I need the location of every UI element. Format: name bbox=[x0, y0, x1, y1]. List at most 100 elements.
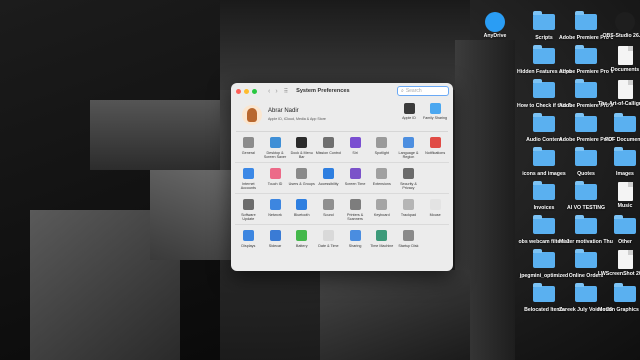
pref-sound[interactable]: Sound bbox=[315, 199, 342, 224]
pref-sharing[interactable]: Sharing bbox=[342, 230, 369, 256]
folder-icon bbox=[575, 215, 597, 236]
pref-battery[interactable]: Battery bbox=[288, 230, 315, 256]
pref-bluetooth[interactable]: Bluetooth bbox=[288, 199, 315, 224]
desktop-item-lwscreenshot-2023-0-21-48-pm[interactable]: LWScreenShot 2023-0....21.48 PM bbox=[598, 250, 640, 277]
pref-mission-control[interactable]: Mission Control bbox=[315, 137, 342, 162]
pref-mouse[interactable]: Mouse bbox=[422, 199, 449, 224]
folder-icon bbox=[533, 45, 555, 66]
folder-icon bbox=[575, 181, 597, 202]
title-bar[interactable]: ‹ › ⠿ System Preferences ⌕ Search bbox=[231, 83, 453, 99]
folder-shape bbox=[533, 249, 555, 268]
pref-software-update[interactable]: Software Update bbox=[235, 199, 262, 224]
pref-displays[interactable]: Displays bbox=[235, 230, 262, 256]
document-icon bbox=[614, 182, 636, 201]
pref-sidecar[interactable]: Sidecar bbox=[262, 230, 289, 256]
pref-security-and-privacy[interactable]: Security & Privacy bbox=[395, 168, 422, 193]
pref-general[interactable]: General bbox=[235, 137, 262, 162]
accessibility-icon bbox=[322, 168, 334, 179]
pref-label: Displays bbox=[241, 244, 256, 248]
desktop-item-other[interactable]: Other bbox=[598, 215, 640, 245]
desktop-item-documents[interactable]: Documents bbox=[598, 46, 640, 73]
search-icon: ⌕ bbox=[401, 88, 404, 94]
folder-shape bbox=[575, 113, 597, 132]
wallpaper-cube bbox=[220, 0, 470, 90]
anydrive-app-icon bbox=[484, 12, 506, 32]
folder-icon bbox=[575, 11, 597, 32]
touch-id-icon bbox=[269, 168, 281, 179]
desktop-item-label: Documents bbox=[610, 67, 640, 73]
zoom-button[interactable] bbox=[252, 88, 257, 94]
pref-notifications[interactable]: Notifications bbox=[422, 137, 449, 162]
pref-internet-accounts[interactable]: Internet Accounts bbox=[235, 168, 262, 193]
folder-shape bbox=[614, 147, 636, 166]
pref-desktop-and-screen-saver[interactable]: Desktop & Screen Saver bbox=[262, 137, 289, 162]
document-icon bbox=[614, 46, 636, 65]
close-button[interactable] bbox=[236, 88, 241, 94]
pref-label: Security & Privacy bbox=[400, 182, 417, 190]
pref-label: Desktop & Screen Saver bbox=[263, 151, 287, 159]
apple-id-pane[interactable]: Apple ID bbox=[396, 103, 422, 120]
time-machine-icon bbox=[376, 230, 388, 241]
pref-label: Software Update bbox=[241, 213, 256, 221]
desktop-and-screen-saver-icon bbox=[269, 137, 281, 148]
pref-accessibility[interactable]: Accessibility bbox=[315, 168, 342, 193]
folder-shape bbox=[533, 147, 555, 166]
desktop-item-label: The-Art-of-Calligraphy.pptx bbox=[598, 101, 640, 107]
show-all-grid-icon[interactable]: ⠿ bbox=[284, 88, 288, 95]
pref-language-and-region[interactable]: Language & Region bbox=[395, 137, 422, 162]
folder-shape bbox=[533, 11, 555, 30]
pref-label: Spotlight bbox=[374, 151, 389, 155]
desktop-item-motion-graphics-template-media[interactable]: Motion Graphics Template Media bbox=[598, 283, 640, 313]
back-button[interactable]: ‹ bbox=[268, 88, 270, 95]
pref-startup-disk[interactable]: Startup Disk bbox=[395, 230, 422, 256]
desktop-item-music[interactable]: Music bbox=[598, 182, 640, 209]
document-shape bbox=[617, 46, 633, 65]
desktop-item-the-art-of-calligraphy-pptx[interactable]: The-Art-of-Calligraphy.pptx bbox=[598, 80, 640, 107]
pref-date-and-time[interactable]: Date & Time bbox=[315, 230, 342, 256]
pref-keyboard[interactable]: Keyboard bbox=[368, 199, 395, 224]
folder-shape bbox=[533, 215, 555, 234]
pref-network[interactable]: Network bbox=[262, 199, 289, 224]
pref-time-machine[interactable]: Time Machine bbox=[368, 230, 395, 256]
folder-shape bbox=[533, 283, 555, 302]
folder-icon bbox=[614, 215, 636, 236]
apple-id-label: Apple ID bbox=[402, 116, 416, 120]
desktop-item-label: PDF Documents bbox=[604, 137, 640, 143]
pref-screen-time[interactable]: Screen Time bbox=[342, 168, 369, 193]
folder-icon bbox=[533, 181, 555, 202]
pref-trackpad[interactable]: Trackpad bbox=[395, 199, 422, 224]
pref-siri[interactable]: Siri bbox=[342, 137, 369, 162]
network-icon bbox=[269, 199, 281, 210]
pref-label: Startup Disk bbox=[398, 244, 419, 248]
desktop-item-pdf-documents[interactable]: PDF Documents bbox=[598, 113, 640, 143]
system-preferences-window[interactable]: ‹ › ⠿ System Preferences ⌕ Search Abrar … bbox=[231, 83, 453, 271]
pref-printers-and-scanners[interactable]: Printers & Scanners bbox=[342, 199, 369, 224]
desktop-item-anydrive[interactable]: AnyDrive bbox=[468, 12, 522, 39]
pref-touch-id[interactable]: Touch ID bbox=[262, 168, 289, 193]
forward-button[interactable]: › bbox=[275, 88, 277, 95]
family-sharing-pane[interactable]: Family Sharing bbox=[422, 103, 448, 120]
pref-dock-and-menu-bar[interactable]: Dock & Menu Bar bbox=[288, 137, 315, 162]
folder-icon bbox=[533, 147, 555, 168]
folder-icon bbox=[533, 249, 555, 270]
search-input[interactable]: ⌕ Search bbox=[397, 86, 449, 96]
users-and-groups-icon bbox=[296, 168, 308, 179]
pref-label: Date & Time bbox=[318, 244, 339, 248]
pref-users-and-groups[interactable]: Users & Groups bbox=[288, 168, 315, 193]
apple-id-banner[interactable]: Abrar Nadir Apple ID, iCloud, Media & Ap… bbox=[236, 99, 448, 132]
desktop-item-images[interactable]: Images bbox=[598, 147, 640, 177]
desktop-item-obs-studio-26-1-2[interactable]: OBS-Studio 26.1.2 bbox=[598, 12, 640, 39]
mouse-icon bbox=[429, 199, 441, 210]
pref-label: Touch ID bbox=[267, 182, 283, 186]
avatar[interactable] bbox=[242, 105, 262, 125]
pref-row: Displays Sidecar Battery Date & Time Sharing… bbox=[235, 225, 449, 256]
family-sharing-icon bbox=[429, 103, 441, 114]
pref-label: Screen Time bbox=[344, 182, 366, 186]
pref-extensions[interactable]: Extensions bbox=[368, 168, 395, 193]
pref-spotlight[interactable]: Spotlight bbox=[368, 137, 395, 162]
pref-label: Users & Groups bbox=[288, 182, 315, 186]
minimize-button[interactable] bbox=[244, 88, 249, 94]
mission-control-icon bbox=[322, 137, 334, 148]
pref-label: Sharing bbox=[348, 244, 362, 248]
folder-icon bbox=[575, 147, 597, 168]
